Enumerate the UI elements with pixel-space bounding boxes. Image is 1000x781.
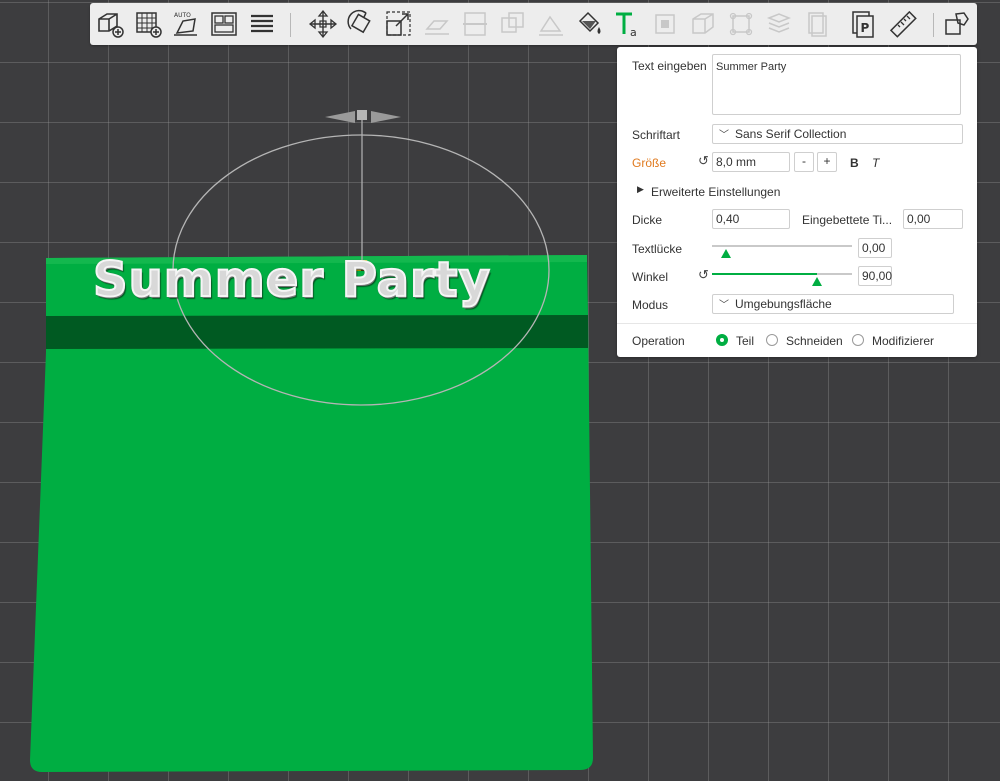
operation-part-radio[interactable] [716,334,728,346]
text-gap-label: Textlücke [632,242,683,256]
scale-icon[interactable] [382,7,416,41]
chevron-down-icon: ﹀ [719,300,729,311]
auto-orient-icon[interactable]: AUTO [169,7,203,41]
lay-on-face-icon[interactable] [420,7,454,41]
add-part-icon[interactable] [93,7,127,41]
emboss-icon[interactable] [648,7,682,41]
advanced-settings-toggle[interactable]: Erweiterte Einstellungen [651,185,780,199]
svg-text:P: P [861,21,870,35]
size-increase-button[interactable]: + [817,152,837,172]
bold-button[interactable]: B [850,156,859,170]
text-tool-icon[interactable]: a [610,7,644,41]
angle-label: Winkel [632,270,669,284]
gizmo-left-arrow [325,111,355,123]
text-settings-panel: Text eingeben Summer Party Schriftart ﹀ S… [617,47,977,357]
depth-label: Dicke [632,213,663,227]
embedded-depth-label: Eingebettete Ti... [802,213,893,227]
cut-icon[interactable] [458,7,492,41]
divider [617,323,977,324]
angle-field[interactable]: 90,00 [858,266,892,286]
text-input-label: Text eingeben [632,59,707,73]
3d-viewport[interactable]: Summer Party AUTO a P Text eingeben Summ… [0,0,1000,781]
gizmo-handle [357,110,367,120]
operation-part-label[interactable]: Teil [736,334,754,348]
mode-select[interactable]: ﹀ Umgebungsfläche [712,294,954,314]
gizmo-right-arrow [371,111,401,123]
operation-cut-radio[interactable] [766,334,778,346]
add-plate-icon[interactable] [131,7,165,41]
plate-dark-stripe [46,315,588,352]
svg-part-icon[interactable]: P [846,7,880,41]
operation-modifier-radio[interactable] [852,334,864,346]
mode-select-value: Umgebungsfläche [735,297,832,311]
text-gap-field[interactable]: 0,00 [858,238,892,258]
color-paint-icon[interactable] [572,7,606,41]
arrange-icon[interactable] [207,7,241,41]
reset-icon[interactable]: ↺ [698,153,709,169]
operation-cut-label[interactable]: Schneiden [786,334,843,348]
seam-icon[interactable] [800,7,834,41]
main-toolbar: AUTO a P [90,3,977,45]
font-select-value: Sans Serif Collection [735,127,847,141]
depth-field[interactable]: 0,40 [712,209,790,229]
support-paint-icon[interactable] [534,7,568,41]
font-label: Schriftart [632,128,681,142]
angle-slider-thumb[interactable] [812,277,822,286]
size-label: Größe [632,156,667,170]
text-input[interactable]: Summer Party [712,54,961,115]
text-gap-slider[interactable] [712,245,852,247]
angle-slider-fill [712,273,817,275]
embossed-text-model[interactable]: Summer Party [92,251,491,309]
font-select[interactable]: ﹀ Sans Serif Collection [712,124,963,144]
layers-icon[interactable] [245,7,279,41]
svg-text:a: a [630,26,637,39]
size-decrease-button[interactable]: - [794,152,814,172]
mode-label: Modus [632,298,669,312]
size-field[interactable]: 8,0 mm [712,152,790,172]
angle-reset-icon[interactable]: ↺ [698,267,709,283]
variable-layer-icon[interactable] [762,7,796,41]
embedded-depth-field[interactable]: 0,00 [903,209,963,229]
operation-modifier-label[interactable]: Modifizierer [872,334,934,348]
box-icon[interactable] [686,7,720,41]
measure-icon[interactable] [886,7,920,41]
move-icon[interactable] [306,7,340,41]
expand-arrow-icon[interactable]: ▶ [637,184,644,195]
split-icon[interactable] [940,7,974,41]
assembly-icon[interactable] [724,7,758,41]
svg-text:AUTO: AUTO [174,12,191,19]
rotate-icon[interactable] [344,7,378,41]
chevron-down-icon: ﹀ [719,130,729,141]
operation-label: Operation [632,334,685,348]
mesh-boolean-icon[interactable] [496,7,530,41]
text-gap-slider-thumb[interactable] [721,249,731,258]
italic-button[interactable]: T [872,156,879,170]
